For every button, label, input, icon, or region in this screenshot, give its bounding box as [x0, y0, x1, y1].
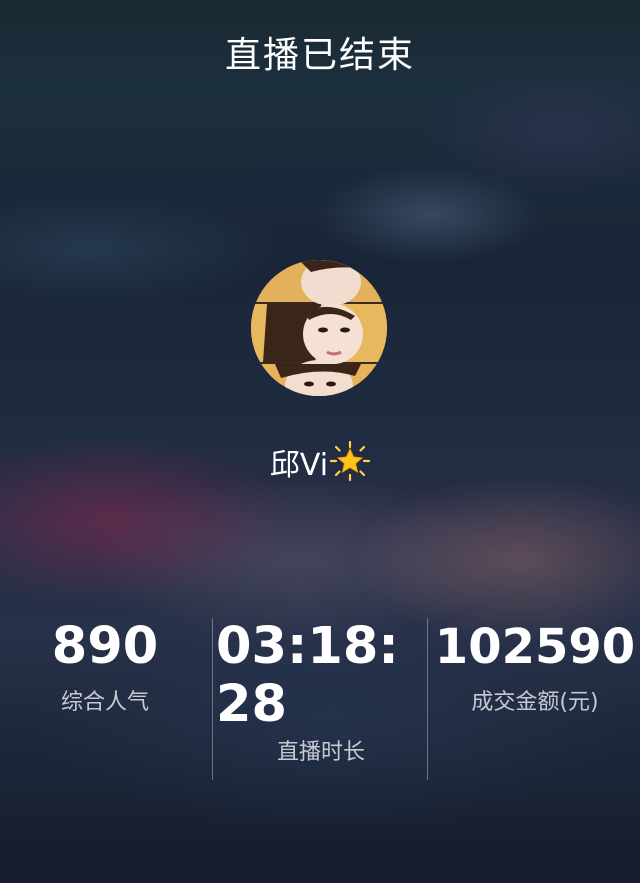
stat-label: 直播时长 — [276, 740, 365, 765]
page-title: 直播已结束 — [224, 35, 415, 76]
stat-divider — [427, 618, 428, 780]
stat-label: 综合人气 — [60, 690, 149, 715]
stat-duration: 03:18:28 直播时长 — [216, 618, 426, 766]
stat-value: 890 — [51, 617, 159, 676]
stat-value: 102590 — [434, 619, 636, 675]
stat-sales-amount: 102590 成交金额(元) — [430, 618, 640, 716]
stat-divider — [212, 618, 213, 780]
glowing-star-icon — [329, 440, 371, 489]
avatar[interactable] — [251, 260, 387, 396]
stat-value: 03:18:28 — [216, 617, 399, 734]
streamer-name: 邱Vi — [269, 448, 329, 483]
avatar-photo — [251, 260, 387, 396]
stat-label: 成交金额(元) — [471, 690, 599, 715]
stat-popularity: 890 综合人气 — [30, 618, 180, 716]
streamer-name-row: 邱Vi — [0, 440, 640, 489]
